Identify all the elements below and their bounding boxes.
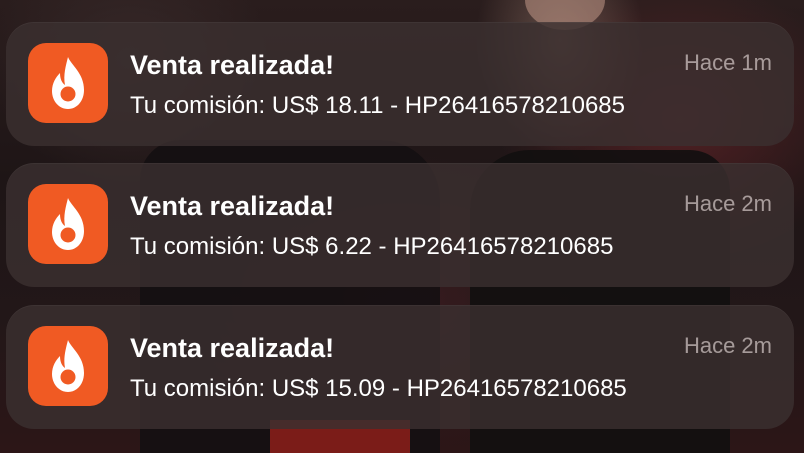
notification-title: Venta realizada! xyxy=(130,50,335,80)
notification-title: Venta realizada! xyxy=(130,191,335,221)
flame-icon xyxy=(52,340,84,392)
hotmart-flame-icon xyxy=(28,184,108,264)
flame-icon xyxy=(52,57,84,109)
notification-body: Tu comisión: US$ 15.09 - HP2641657821068… xyxy=(130,375,627,402)
notification-body: Tu comisión: US$ 6.22 - HP26416578210685 xyxy=(130,233,614,260)
notification-title: Venta realizada! xyxy=(130,333,335,363)
notification-time: Hace 2m xyxy=(683,333,772,358)
hotmart-flame-icon xyxy=(28,43,108,123)
notification-time: Hace 1m xyxy=(683,50,772,75)
notification-body: Tu comisión: US$ 18.11 - HP2641657821068… xyxy=(130,92,625,119)
hotmart-flame-icon xyxy=(28,326,108,406)
notification-stack: Venta realizada! Tu comisión: US$ 18.11 … xyxy=(0,0,804,453)
notification-card[interactable]: Venta realizada! Tu comisión: US$ 6.22 -… xyxy=(6,163,794,287)
notification-card[interactable]: Venta realizada! Tu comisión: US$ 15.09 … xyxy=(6,305,794,429)
notification-time: Hace 2m xyxy=(683,191,772,216)
notification-card[interactable]: Venta realizada! Tu comisión: US$ 18.11 … xyxy=(6,22,794,146)
flame-icon xyxy=(52,198,84,250)
